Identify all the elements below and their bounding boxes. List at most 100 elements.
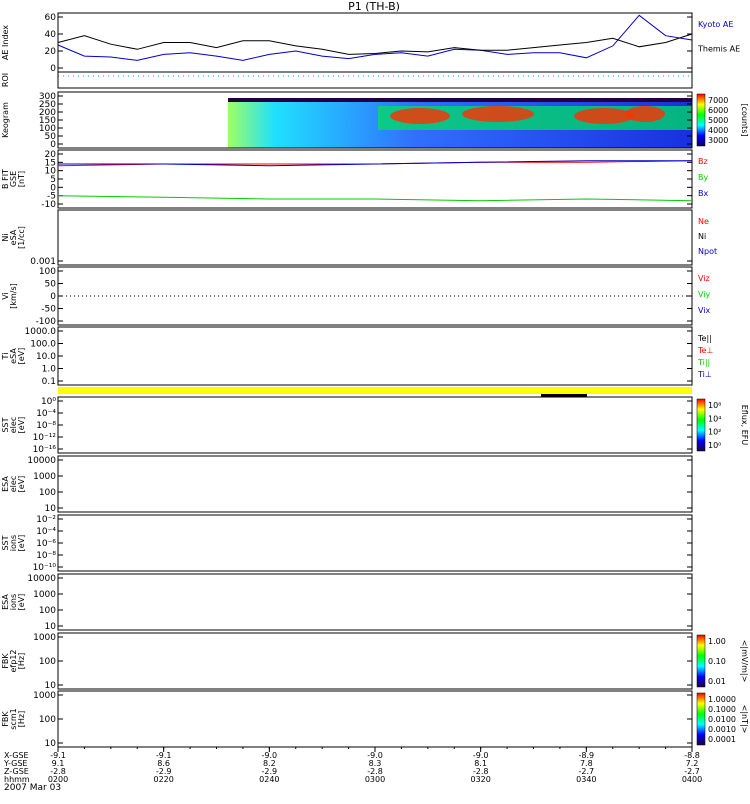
xtick-label: 0220	[153, 775, 173, 784]
colorbar-tick-label: 3000	[708, 136, 728, 145]
ylabel: AE Index	[1, 25, 10, 60]
ytick-label: 100.0	[30, 340, 56, 350]
legend-entry: Npot	[698, 247, 717, 256]
ytick-label: 1000	[33, 691, 56, 701]
keogram-bright-spot	[574, 108, 634, 124]
legend-entry: Bx	[698, 189, 708, 198]
panel-bfit: 20151050-5-10B FIT GSE [nT]BzByBx	[1, 149, 708, 210]
panel-roi: ROI	[1, 71, 693, 89]
panel-frame	[57, 690, 693, 748]
colorbar	[696, 398, 706, 452]
panel-ti: 1000.0100.010.01.00.1Ti eSA [eV]Te||Te⊥Ti|…	[1, 326, 713, 387]
panel-frame	[57, 326, 693, 386]
keogram-bright-spot	[625, 106, 665, 122]
legend-entry: Kyoto AE	[698, 20, 733, 29]
ytick-label: 1000	[33, 472, 56, 482]
ytick-label: 10⁻¹⁰	[33, 563, 57, 573]
xtick-label: 0320	[470, 775, 490, 784]
colorbar-tick-label: 10²	[708, 428, 721, 437]
ytick-label: 0	[50, 64, 56, 74]
ytick-label: 10	[45, 739, 57, 749]
series-line-bx	[58, 160, 692, 167]
keogram-top-stripe	[228, 98, 692, 102]
ytick-label: 1000	[33, 590, 56, 600]
series-line-by	[57, 195, 693, 202]
legend-entry: Vix	[698, 306, 711, 315]
ytick-label: 10	[45, 681, 57, 691]
ytick-label: 1.0	[42, 365, 57, 375]
ytick-label: 20	[45, 47, 57, 57]
legend-entry: Te||	[697, 334, 712, 343]
ytick-label: 0	[50, 140, 56, 150]
ytick-label: 50	[45, 280, 57, 290]
ytick-label: 100	[39, 488, 56, 498]
ytick-label: 10.0	[36, 352, 56, 362]
legend-entry: Ti⊥	[697, 370, 712, 379]
colorbar-tick-label: 10⁴	[708, 414, 721, 423]
panel-ni: 0.001Ni eSA [1/cc]NeNiNpot	[1, 209, 717, 267]
colorbar-tick-label: 10⁸	[708, 401, 721, 410]
tplot-figure: P1 (TH-B) 60 40 20 0 AE Index Kyoto AE Themis …	[1, 0, 749, 793]
xtick-label: 0300	[365, 775, 385, 784]
ytick-label: 40	[45, 30, 57, 40]
xtick-label: 0400	[682, 775, 702, 784]
ytick-label: 10⁰	[41, 397, 56, 407]
legend-entry: Themis AE	[697, 45, 740, 54]
colorbar-tick-label: 0.0001	[708, 735, 736, 744]
series-line-bz	[57, 160, 693, 167]
colorbar-tick-label: 0.01	[708, 677, 726, 686]
panel-frame	[57, 573, 693, 631]
ytick-label: -50	[41, 305, 56, 315]
panel-keo: 300250200150100500Keogram700060005000400…	[1, 91, 749, 150]
legend-entry: Ti||	[697, 358, 710, 367]
panel-esa_i: 10000100010010ESA ions [eV]	[1, 573, 693, 632]
colorbar	[696, 692, 706, 746]
xtick-label: 0240	[259, 775, 279, 784]
panel-frame	[57, 12, 693, 73]
colorbar-tick-label: 4000	[708, 126, 728, 135]
ylabel: [eV]	[17, 535, 26, 552]
ytick-label: 10⁻⁸	[36, 421, 56, 431]
panel-fbk1: 100010010FBK efp12 [Hz]1.000.100.01 <|mV/m|…	[1, 632, 749, 691]
ytick-label: 100	[39, 715, 56, 725]
keogram-bright-spot	[390, 108, 450, 124]
legend-entry: Viy	[698, 290, 711, 299]
colorbar-tick-label: 0.10	[708, 657, 726, 666]
ytick-label: 1000.0	[25, 327, 57, 337]
ytick-label: 100	[39, 267, 56, 277]
ylabel: [Hz]	[17, 711, 26, 727]
colorbar-tick-label: 6000	[708, 106, 728, 115]
colorbar-tick-label: 0.0010	[708, 725, 736, 734]
ytick-label: 1000	[33, 633, 56, 643]
xtick-label: 0340	[576, 775, 596, 784]
panel-frame	[57, 396, 693, 454]
ylabel: [km/s]	[9, 283, 18, 309]
keogram-bright-spot	[462, 106, 534, 122]
ytick-label: 0	[50, 292, 56, 302]
legend-entry: By	[698, 173, 708, 182]
legend-entry: Ne	[698, 217, 709, 226]
ytick-label: 60	[45, 13, 57, 23]
ytick-label: 100	[39, 657, 56, 667]
ylabel: [Hz]	[17, 653, 26, 669]
legend-entry: Te⊥	[697, 346, 713, 355]
plot-stage: P1 (TH-B) 60 40 20 0 AE Index Kyoto AE Themis …	[0, 0, 750, 800]
panel-sst_i: 10⁻²10⁻⁴10⁻⁶10⁻⁸10⁻¹⁰SST ions [eV]	[1, 514, 693, 573]
colorbar-tick-label: 5000	[708, 116, 728, 125]
panel-esa_e: 10000100010010ESA elec [eV]	[1, 455, 693, 514]
colorbar	[696, 634, 706, 688]
colorbar-label: <|nT|>	[740, 705, 749, 734]
colorbar-tick-label: 0.0100	[708, 715, 736, 724]
panel-frame	[57, 209, 693, 266]
legend-entry: Ni	[698, 232, 706, 241]
ylabel: [nT]	[17, 171, 26, 187]
ytick-label: 10⁻¹²	[33, 433, 57, 443]
ylabel: [1/cc]	[17, 226, 26, 249]
panel-frame	[57, 71, 693, 89]
colorbar-tick-label: 0.1000	[708, 705, 736, 714]
ytick-label: 0.001	[30, 257, 56, 267]
panel-vi: 100500-50-100Vi [km/s]VizViyVix	[1, 266, 711, 327]
ytick-label: 10⁻⁴	[36, 527, 56, 537]
ytick-label: 10⁻⁶	[36, 539, 56, 549]
ylabel: [eV]	[17, 417, 26, 434]
